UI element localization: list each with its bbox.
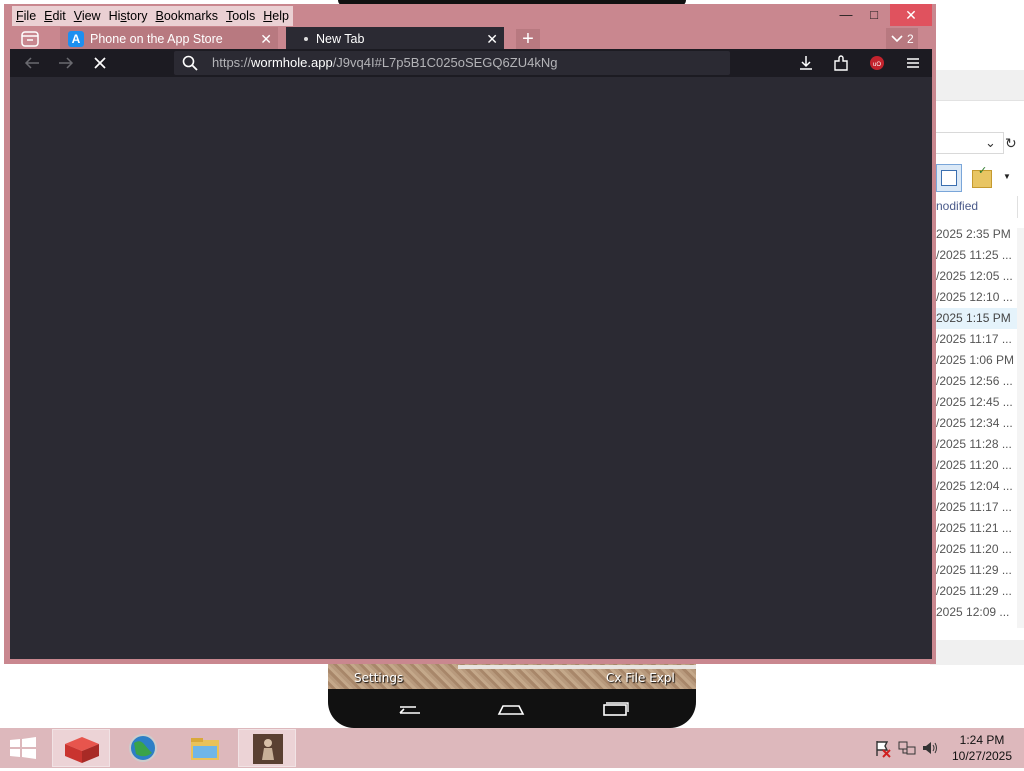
explorer-ribbon [930, 70, 1024, 101]
explorer-status-bar [930, 640, 1024, 665]
menu-edit[interactable]: Edit [40, 6, 70, 26]
list-item[interactable]: /2025 11:20 ... [930, 455, 1024, 476]
list-item[interactable]: 2025 2:35 PM [930, 224, 1024, 245]
clock-time: 1:24 PM [959, 733, 1005, 747]
file-explorer-icon[interactable] [176, 729, 234, 767]
maximize-button[interactable]: □ [858, 4, 890, 26]
network-icon[interactable] [898, 738, 916, 758]
phone-wallpaper: Settings Cx File Expl [328, 662, 696, 689]
refresh-icon[interactable]: ↻ [1005, 135, 1017, 152]
tab-title: New Tab [316, 32, 365, 46]
list-item[interactable]: /2025 12:45 ... [930, 392, 1024, 413]
list-item[interactable]: 2025 12:09 ... [930, 602, 1024, 623]
list-item[interactable]: /2025 1:06 PM [930, 350, 1024, 371]
list-all-tabs-button[interactable]: 2 [886, 28, 918, 50]
chevron-down-icon[interactable]: ⌄ [985, 135, 996, 151]
phone-screen: Settings Cx File Expl [328, 662, 696, 728]
search-icon [182, 55, 198, 74]
back-arrow-icon[interactable] [18, 49, 46, 77]
page-content[interactable] [10, 77, 932, 659]
firefox-view-icon[interactable] [16, 28, 44, 50]
list-item[interactable]: 2025 1:15 PM [930, 308, 1024, 329]
dropdown-arrow-icon[interactable]: ▼ [1003, 172, 1011, 181]
clock-date: 10/27/2025 [951, 749, 1013, 763]
close-tab-icon[interactable]: ✕ [260, 27, 272, 51]
windows-start-icon[interactable] [8, 736, 38, 760]
close-button[interactable]: ✕ [890, 4, 932, 26]
extensions-icon[interactable] [827, 49, 855, 77]
tab-count: 2 [907, 32, 914, 46]
phone-app-strip [458, 665, 696, 669]
phone-back-icon[interactable] [394, 698, 424, 718]
svg-text:uO: uO [873, 62, 881, 68]
phone-recent-apps-icon[interactable] [600, 698, 630, 718]
taskbar: 1:24 PM 10/27/2025 [0, 728, 1024, 768]
folder-check-icon[interactable] [972, 164, 992, 188]
menu-bar: File Edit View History Bookmarks Tools Help [12, 6, 293, 26]
list-item[interactable]: /2025 12:56 ... [930, 371, 1024, 392]
list-item[interactable]: /2025 11:21 ... [930, 518, 1024, 539]
list-item[interactable]: /2025 12:05 ... [930, 266, 1024, 287]
menu-view[interactable]: View [70, 6, 105, 26]
tab-app-store[interactable]: A Phone on the App Store ✕ [60, 27, 278, 51]
volume-icon[interactable] [921, 738, 939, 758]
list-item[interactable]: /2025 12:04 ... [930, 476, 1024, 497]
download-icon[interactable] [792, 49, 820, 77]
menu-bookmarks[interactable]: Bookmarks [152, 6, 223, 26]
menu-history[interactable]: History [105, 6, 152, 26]
close-tab-icon[interactable]: ✕ [486, 27, 498, 51]
list-item[interactable]: /2025 11:28 ... [930, 434, 1024, 455]
menu-tools[interactable]: Tools [222, 6, 259, 26]
new-tab-button[interactable]: + [516, 29, 540, 51]
action-center-flag-icon[interactable] [874, 738, 892, 758]
ublock-origin-icon[interactable]: uO [863, 49, 891, 77]
scrollbar[interactable] [1017, 228, 1024, 628]
phone-home-icon[interactable] [496, 698, 526, 718]
app-store-icon: A [68, 31, 84, 47]
forward-arrow-icon[interactable] [52, 49, 80, 77]
browser-window: File Edit View History Bookmarks Tools Help — … [4, 4, 936, 664]
url-text[interactable]: https://wormhole.app/J9vq4I#L7p5B1C025oS… [212, 51, 557, 75]
photo-app-icon[interactable] [238, 729, 296, 767]
list-item[interactable]: /2025 11:29 ... [930, 560, 1024, 581]
list-item[interactable]: /2025 11:25 ... [930, 245, 1024, 266]
browser-globe-icon[interactable] [114, 729, 172, 767]
hamburger-menu-icon[interactable] [899, 49, 927, 77]
box-app-icon[interactable] [52, 729, 110, 767]
list-item[interactable]: /2025 12:10 ... [930, 287, 1024, 308]
file-list: 2025 2:35 PM/2025 11:25 .../2025 12:05 .… [930, 224, 1024, 623]
menu-help[interactable]: Help [259, 6, 293, 26]
list-item[interactable]: /2025 12:34 ... [930, 413, 1024, 434]
navigation-toolbar: https://wormhole.app/J9vq4I#L7p5B1C025oS… [10, 49, 932, 77]
list-item[interactable]: /2025 11:17 ... [930, 329, 1024, 350]
list-item[interactable]: /2025 11:29 ... [930, 581, 1024, 602]
view-pane-icon[interactable] [936, 164, 962, 192]
phone-app-file-explorer[interactable]: Cx File Expl [606, 671, 675, 685]
stop-loading-icon[interactable] [86, 49, 114, 77]
phone-app-settings[interactable]: Settings [354, 671, 403, 685]
clock[interactable]: 1:24 PM 10/27/2025 [944, 732, 1020, 764]
loading-dot-icon [304, 37, 308, 41]
list-item[interactable]: /2025 11:20 ... [930, 539, 1024, 560]
column-header-date-modified[interactable]: nodified [936, 199, 978, 213]
list-item[interactable]: /2025 11:17 ... [930, 497, 1024, 518]
address-bar[interactable]: https://wormhole.app/J9vq4I#L7p5B1C025oS… [174, 51, 730, 75]
column-divider[interactable] [1017, 196, 1018, 218]
menu-file[interactable]: File [12, 6, 40, 26]
tab-new-tab[interactable]: New Tab ✕ [286, 27, 504, 51]
tab-title: Phone on the App Store [90, 32, 223, 46]
